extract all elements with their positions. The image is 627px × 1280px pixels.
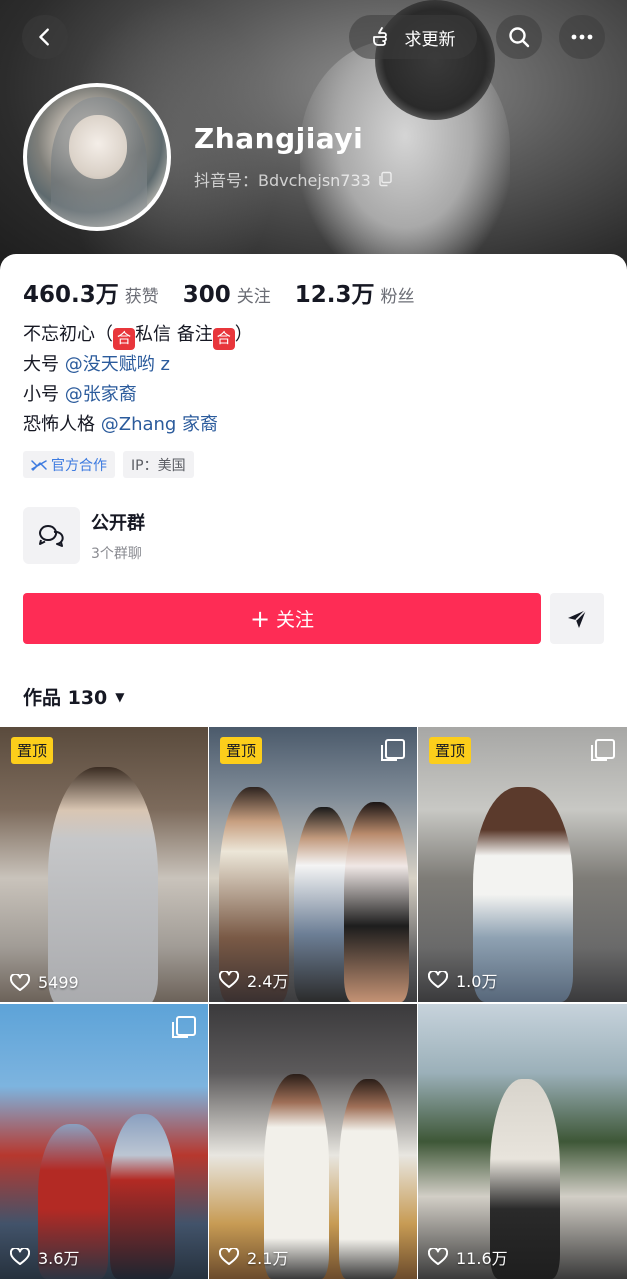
profile-page: 求更新 Zhangjiayi 抖音号：Bdvchejsn733 460.3万 获… (0, 0, 627, 1280)
official-collab-label: 官方合作 (51, 457, 107, 474)
douyin-id[interactable]: 抖音号：Bdvchejsn733 (194, 167, 393, 191)
heart-icon (428, 971, 448, 988)
heart-icon (428, 1248, 448, 1265)
stat-value: 460.3万 (23, 282, 119, 308)
ip-location-tag: IP：美国 (123, 451, 194, 478)
heart-icon (219, 971, 239, 988)
like-count: 2.1万 (219, 1245, 288, 1269)
profile-tags: 官方合作 IP：美国 (23, 451, 194, 478)
group-subtitle: 3个群聊 (91, 545, 142, 562)
he-emoji-badge: 合 (212, 328, 235, 350)
poke-hand-icon (372, 27, 387, 46)
more-dots-icon (571, 34, 593, 40)
send-arrow-icon (568, 608, 587, 628)
works-tab[interactable]: 作品 130 ▼ (23, 683, 125, 710)
stat-following[interactable]: 300 关注 (183, 282, 271, 308)
like-count-text: 5499 (38, 973, 79, 992)
douyin-id-text: 抖音号：Bdvchejsn733 (194, 171, 371, 190)
group-title: 公开群 (91, 512, 145, 534)
like-count-text: 11.6万 (456, 1249, 508, 1268)
like-count: 2.4万 (219, 968, 288, 992)
multi-image-icon (172, 1016, 196, 1038)
search-icon (509, 27, 530, 48)
username: Zhangjiayi (194, 122, 364, 155)
bio-text: ） (234, 324, 253, 345)
copy-icon[interactable] (377, 171, 393, 187)
plus-icon: + (249, 604, 271, 633)
follow-label: 关注 (276, 609, 315, 631)
like-count: 3.6万 (10, 1245, 79, 1269)
group-chat-icon (23, 507, 80, 564)
bio-line: 恐怖人格 @Zhang 家裔 (23, 410, 253, 440)
like-count: 1.0万 (428, 968, 497, 992)
bio-text: 恐怖人格 (23, 414, 101, 435)
mention-link[interactable]: @Zhang 家裔 (101, 414, 218, 435)
like-count-text: 1.0万 (456, 972, 498, 991)
profile-bio: 不忘初心（合私信 备注合） 大号 @没天赋哟 z 小号 @张家裔 恐怖人格 @Z… (23, 320, 253, 440)
request-update-button[interactable]: 求更新 (349, 15, 477, 59)
stat-label: 粉丝 (380, 287, 415, 307)
heart-icon (219, 1248, 239, 1265)
bio-text: 不忘初心（ (23, 324, 113, 345)
stat-followers[interactable]: 12.3万 粉丝 (295, 275, 415, 309)
stat-likes[interactable]: 460.3万 获赞 (23, 275, 159, 309)
video-thumbnail[interactable]: 11.6万 (418, 1004, 627, 1279)
handshake-icon (31, 459, 47, 471)
bio-text: 小号 (23, 384, 65, 405)
ip-location-label: IP：美国 (131, 457, 186, 474)
video-thumbnail[interactable]: 2.1万 (209, 1004, 417, 1279)
heart-icon (10, 973, 30, 991)
works-label: 作品 130 (23, 687, 108, 709)
he-emoji-badge: 合 (113, 328, 135, 350)
bio-line: 大号 @没天赋哟 z (23, 350, 253, 380)
bio-text: 大号 (23, 354, 65, 375)
more-button[interactable] (559, 15, 605, 59)
chevron-left-icon (39, 28, 49, 46)
bio-line: 小号 @张家裔 (23, 380, 253, 410)
bio-text: 私信 备注 (135, 324, 213, 345)
pinned-badge: 置顶 (11, 737, 54, 764)
video-thumbnail[interactable]: 置顶 5499 (0, 727, 208, 1002)
stat-value: 300 (182, 282, 231, 308)
video-thumbnail[interactable]: 置顶 2.4万 (209, 727, 417, 1002)
like-count-text: 2.4万 (247, 972, 289, 991)
public-group-entry[interactable]: 公开群 3个群聊 (23, 507, 145, 564)
back-button[interactable] (22, 15, 68, 59)
mention-link[interactable]: @张家裔 (65, 384, 137, 405)
multi-image-icon (381, 739, 405, 761)
like-count-text: 3.6万 (38, 1249, 80, 1268)
stat-label: 获赞 (124, 287, 159, 307)
mention-link[interactable]: @没天赋哟 z (65, 354, 170, 375)
heart-icon (10, 1248, 30, 1265)
bio-line: 不忘初心（合私信 备注合） (23, 320, 253, 350)
like-count-text: 2.1万 (247, 1249, 289, 1268)
like-count: 11.6万 (428, 1245, 508, 1269)
multi-image-icon (591, 739, 615, 761)
avatar[interactable] (23, 83, 171, 231)
stat-label: 关注 (236, 287, 271, 307)
share-button[interactable] (550, 593, 604, 644)
search-button[interactable] (496, 15, 542, 59)
caret-down-icon: ▼ (115, 689, 125, 704)
video-thumbnail[interactable]: 置顶 1.0万 (418, 727, 627, 1002)
profile-stats: 460.3万 获赞 300 关注 12.3万 粉丝 (23, 275, 439, 309)
video-grid: 置顶 5499 置顶 2.4万 置顶 1.0万 3.6万 2.1万 11.6万 (0, 727, 627, 1279)
pinned-badge: 置顶 (220, 737, 263, 764)
follow-button[interactable]: + 关注 (23, 593, 541, 644)
pinned-badge: 置顶 (429, 737, 472, 764)
request-update-label: 求更新 (404, 29, 456, 50)
video-thumbnail[interactable]: 3.6万 (0, 1004, 208, 1279)
stat-value: 12.3万 (294, 282, 375, 308)
official-collab-tag[interactable]: 官方合作 (23, 451, 115, 478)
like-count: 5499 (10, 973, 79, 992)
